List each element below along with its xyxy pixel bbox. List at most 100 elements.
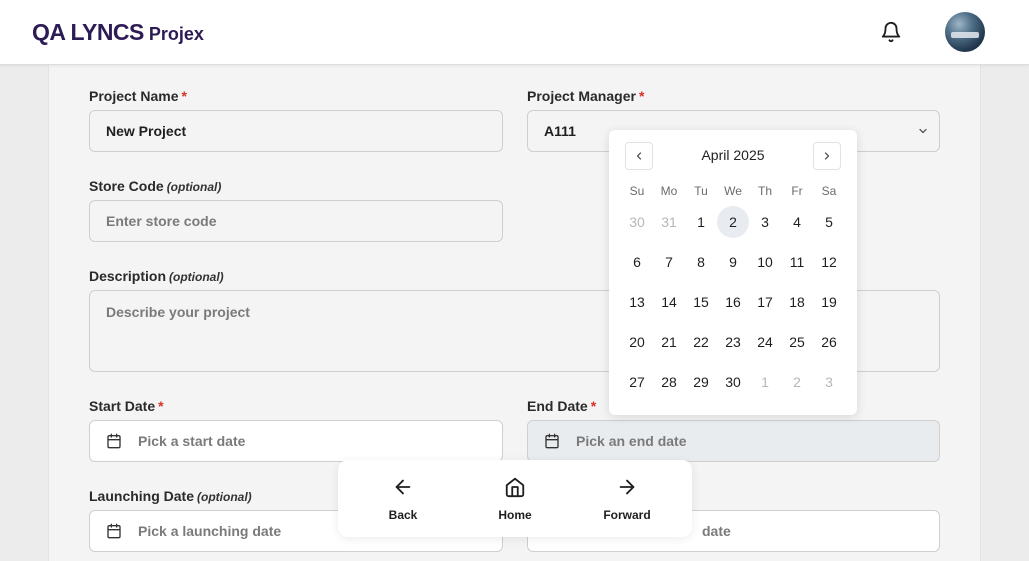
required-marker: *: [181, 88, 187, 104]
calendar-week-row: 30 31 1 2 3 4 5: [621, 202, 845, 242]
calendar-day[interactable]: 6: [621, 246, 653, 278]
forward-label: Forward: [603, 508, 651, 522]
calendar-day[interactable]: 25: [781, 326, 813, 358]
arrow-left-icon: [395, 479, 411, 495]
required-marker: *: [590, 398, 597, 414]
start-date-label-text: Start Date: [89, 398, 156, 414]
calendar-day[interactable]: 15: [685, 286, 717, 318]
calendar-day[interactable]: 31: [653, 206, 685, 238]
top-bar: QA LYNCS Projex: [0, 0, 1029, 65]
calendar-day[interactable]: 17: [749, 286, 781, 318]
calendar-week-row: 13 14 15 16 17 18 19: [621, 282, 845, 322]
calendar-day[interactable]: 21: [653, 326, 685, 358]
calendar-icon: [545, 433, 559, 449]
start-date-placeholder: Pick a start date: [138, 433, 246, 449]
calendar-day[interactable]: 4: [781, 206, 813, 238]
home-icon: [505, 477, 525, 498]
calendar-day[interactable]: 30: [717, 366, 749, 398]
bell-icon[interactable]: [880, 21, 902, 43]
project-name-label-text: Project Name: [89, 88, 179, 104]
end-date-placeholder: Pick an end date: [576, 433, 687, 449]
launching-date-label-text: Launching Date: [89, 488, 195, 504]
weekday-label: Tu: [694, 184, 708, 198]
calendar-day[interactable]: 12: [813, 246, 845, 278]
project-name-label: Project Name *: [89, 88, 187, 104]
calendar-day[interactable]: 11: [781, 246, 813, 278]
required-marker: *: [158, 398, 164, 414]
project-manager-label-text: Project Manager: [527, 88, 636, 104]
calendar-day[interactable]: 19: [813, 286, 845, 318]
chevron-down-icon: [919, 128, 927, 134]
launching-date-placeholder: Pick a launching date: [138, 523, 282, 539]
calendar-week-row: 6 7 8 9 10 11 12: [621, 242, 845, 282]
weekday-label: Mo: [660, 184, 678, 198]
app-logo[interactable]: QA LYNCS Projex: [32, 19, 204, 46]
project-name-value: New Project: [106, 123, 187, 139]
weekday-label: We: [724, 184, 742, 198]
store-code-label-text: Store Code: [89, 178, 164, 194]
back-button[interactable]: Back: [363, 476, 443, 522]
calendar-day[interactable]: 8: [685, 246, 717, 278]
calendar-day[interactable]: 27: [621, 366, 653, 398]
calendar-icon: [107, 523, 121, 539]
avatar[interactable]: [945, 12, 985, 52]
start-date-label: Start Date *: [89, 398, 164, 414]
calendar-day[interactable]: 3: [749, 206, 781, 238]
calendar-icon: [107, 433, 121, 449]
weekday-header-row: Su Mo Tu We Th Fr Sa: [621, 180, 845, 202]
home-label: Home: [498, 508, 532, 522]
calendar-day[interactable]: 3: [813, 366, 845, 398]
calendar-day[interactable]: 29: [685, 366, 717, 398]
calendar-week-row: 27 28 29 30 1 2 3: [621, 362, 845, 402]
optional-marker: (optional): [197, 490, 252, 504]
logo-sub-text: Projex: [148, 24, 204, 44]
calendar-day[interactable]: 18: [781, 286, 813, 318]
calendar-grid: Su Mo Tu We Th Fr Sa 30 31 1 2 3 4 5 6 7…: [621, 180, 845, 402]
weekday-label: Su: [629, 184, 645, 198]
calendar-day[interactable]: 2: [781, 366, 813, 398]
next-month-button[interactable]: [813, 142, 841, 170]
calendar-day[interactable]: 13: [621, 286, 653, 318]
launching-date-label: Launching Date (optional): [89, 488, 252, 504]
end-date-label-text: End Date: [527, 398, 588, 414]
description-label: Description (optional): [89, 268, 224, 284]
description-placeholder: Describe your project: [106, 304, 250, 320]
calendar-day[interactable]: 9: [717, 246, 749, 278]
store-code-label: Store Code (optional): [89, 178, 221, 194]
bottom-navigation: Back Home Forward: [338, 460, 692, 537]
store-code-input[interactable]: Enter store code: [89, 200, 503, 242]
calendar-day[interactable]: 24: [749, 326, 781, 358]
logo-main-text: QA LYNCS: [32, 19, 144, 45]
project-name-input[interactable]: New Project: [89, 110, 503, 152]
home-button[interactable]: Home: [475, 476, 555, 522]
calendar-day[interactable]: 23: [717, 326, 749, 358]
project-manager-value: A111: [544, 123, 576, 139]
optional-marker: (optional): [169, 270, 224, 284]
calendar-day[interactable]: 5: [813, 206, 845, 238]
calendar-day[interactable]: 20: [621, 326, 653, 358]
calendar-day[interactable]: 1: [749, 366, 781, 398]
date-picker-popup: April 2025 Su Mo Tu We Th Fr Sa 30 31 1 …: [609, 130, 857, 415]
forward-button[interactable]: Forward: [587, 476, 667, 522]
calendar-day[interactable]: 22: [685, 326, 717, 358]
calendar-day[interactable]: 26: [813, 326, 845, 358]
optional-marker: (optional): [166, 180, 222, 194]
end-date-label: End Date *: [527, 398, 596, 414]
calendar-day[interactable]: 1: [685, 206, 717, 238]
calendar-day[interactable]: 14: [653, 286, 685, 318]
secondary-date-placeholder: date: [702, 523, 731, 539]
calendar-day[interactable]: 10: [749, 246, 781, 278]
store-code-placeholder: Enter store code: [106, 213, 217, 229]
start-date-input[interactable]: Pick a start date: [89, 420, 503, 462]
weekday-label: Th: [757, 184, 772, 198]
calendar-day[interactable]: 28: [653, 366, 685, 398]
description-label-text: Description: [89, 268, 167, 284]
calendar-day[interactable]: 7: [653, 246, 685, 278]
calendar-day[interactable]: 16: [717, 286, 749, 318]
weekday-label: Sa: [821, 184, 837, 198]
project-manager-label: Project Manager *: [527, 88, 644, 104]
calendar-day-today[interactable]: 2: [717, 206, 749, 238]
required-marker: *: [638, 88, 645, 104]
calendar-day[interactable]: 30: [621, 206, 653, 238]
end-date-input[interactable]: Pick an end date: [527, 420, 940, 462]
